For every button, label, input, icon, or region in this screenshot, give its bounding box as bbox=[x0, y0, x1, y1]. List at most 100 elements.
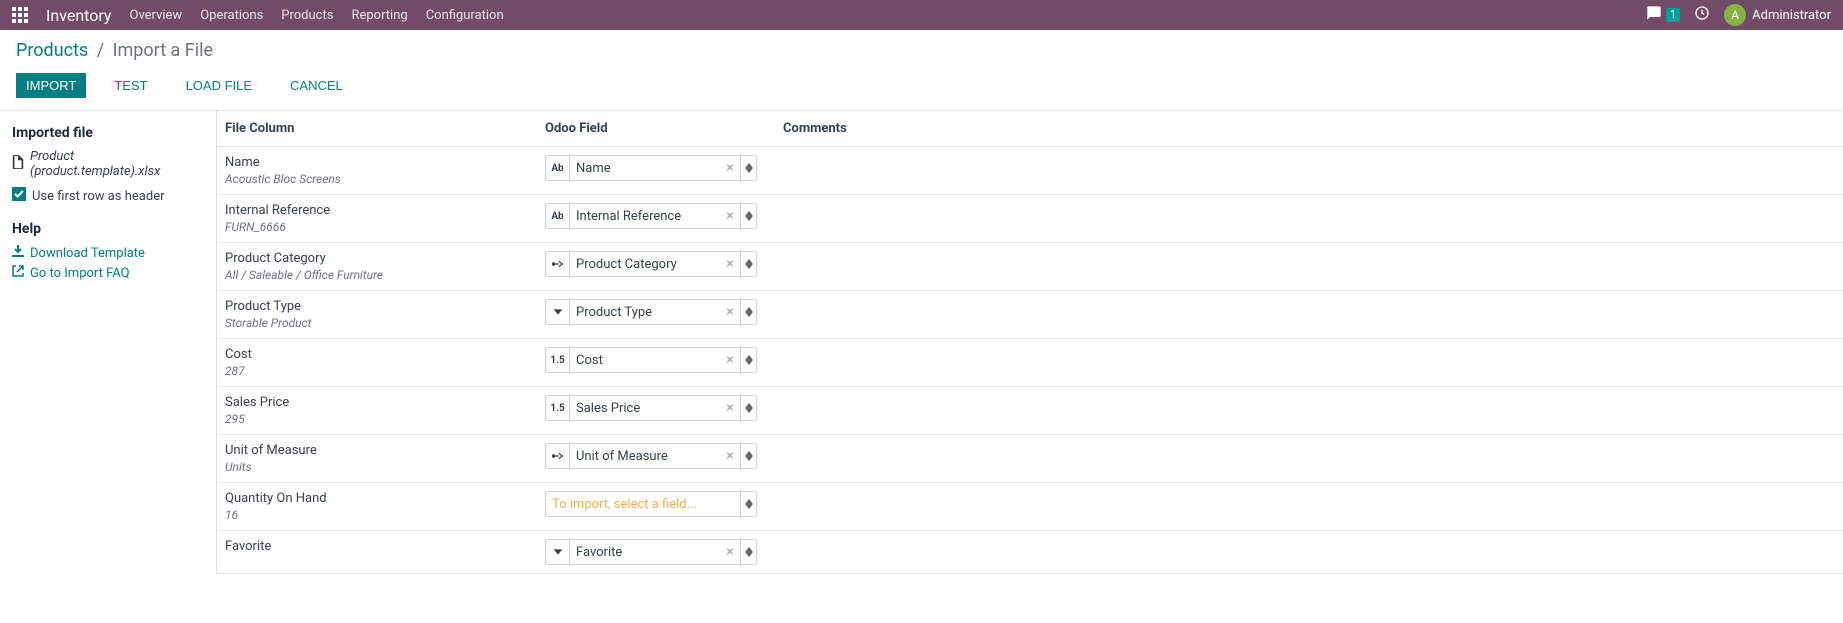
user-menu[interactable]: A Administrator bbox=[1724, 4, 1831, 26]
odoo-field-value: Cost bbox=[570, 348, 720, 372]
odoo-field-select[interactable]: Unit of Measure × bbox=[545, 443, 757, 469]
app-name[interactable]: Inventory bbox=[46, 6, 112, 25]
breadcrumb-separator: / bbox=[97, 40, 104, 61]
clear-field-icon[interactable]: × bbox=[720, 444, 740, 468]
external-link-icon bbox=[12, 265, 24, 281]
odoo-field-select[interactable]: To import, select a field... × bbox=[545, 491, 757, 517]
use-header-label: Use first row as header bbox=[32, 189, 165, 204]
chat-icon bbox=[1646, 5, 1662, 25]
field-type-icon: Ab bbox=[546, 204, 570, 228]
help-header: Help bbox=[12, 221, 204, 237]
field-type-icon: 1.5 bbox=[546, 348, 570, 372]
header-odoo-field: Odoo Field bbox=[545, 121, 783, 136]
file-column-label: Sales Price bbox=[225, 395, 545, 410]
field-spinner[interactable] bbox=[740, 252, 756, 276]
file-column-sample: 16 bbox=[225, 508, 545, 522]
clear-field-icon[interactable]: × bbox=[720, 204, 740, 228]
chevron-down-icon bbox=[745, 168, 753, 173]
field-type-icon: Ab bbox=[546, 156, 570, 180]
mapping-row: Quantity On Hand 16 To import, select a … bbox=[217, 483, 1843, 531]
odoo-field-select[interactable]: Product Type × bbox=[545, 299, 757, 325]
file-column-sample: 287 bbox=[225, 364, 545, 378]
nav-configuration[interactable]: Configuration bbox=[426, 8, 504, 23]
clear-field-icon[interactable]: × bbox=[720, 156, 740, 180]
field-type-icon bbox=[546, 540, 570, 564]
load-file-button[interactable]: LOAD FILE bbox=[176, 73, 262, 98]
clear-field-icon[interactable]: × bbox=[720, 540, 740, 564]
clear-field-icon[interactable]: × bbox=[720, 396, 740, 420]
avatar: A bbox=[1724, 4, 1746, 26]
file-column-label: Unit of Measure bbox=[225, 443, 545, 458]
test-button[interactable]: TEST bbox=[104, 73, 157, 98]
action-bar: IMPORT TEST LOAD FILE CANCEL bbox=[0, 69, 1843, 111]
odoo-field-select[interactable]: Ab Name × bbox=[545, 155, 757, 181]
nav-products[interactable]: Products bbox=[281, 8, 333, 23]
field-spinner[interactable] bbox=[740, 540, 756, 564]
download-icon bbox=[12, 245, 24, 261]
field-spinner[interactable] bbox=[740, 492, 756, 516]
import-button[interactable]: IMPORT bbox=[16, 73, 86, 98]
download-template-link[interactable]: Download Template bbox=[12, 245, 204, 261]
odoo-field-value: Product Type bbox=[570, 300, 720, 324]
odoo-field-value: To import, select a field... bbox=[546, 492, 740, 516]
clear-field-icon[interactable]: × bbox=[720, 252, 740, 276]
file-column-label: Cost bbox=[225, 347, 545, 362]
activities-button[interactable] bbox=[1694, 5, 1710, 25]
clear-field-icon[interactable]: × bbox=[720, 300, 740, 324]
file-icon bbox=[12, 155, 24, 173]
download-template-label: Download Template bbox=[30, 246, 145, 261]
chevron-down-icon bbox=[745, 216, 753, 221]
odoo-field-select[interactable]: 1.5 Sales Price × bbox=[545, 395, 757, 421]
top-navbar: Inventory Overview Operations Products R… bbox=[0, 0, 1843, 30]
field-spinner[interactable] bbox=[740, 204, 756, 228]
header-comments: Comments bbox=[783, 121, 1835, 136]
file-column-sample: Units bbox=[225, 460, 545, 474]
nav-overview[interactable]: Overview bbox=[130, 8, 183, 23]
main-content: Imported file Product (product.template)… bbox=[0, 111, 1843, 574]
odoo-field-value: Product Category bbox=[570, 252, 720, 276]
chevron-down-icon bbox=[745, 552, 753, 557]
column-headers: File Column Odoo Field Comments bbox=[217, 111, 1843, 147]
use-header-checkbox[interactable]: Use first row as header bbox=[12, 187, 204, 205]
messaging-button[interactable]: 1 bbox=[1646, 5, 1680, 25]
chevron-down-icon bbox=[745, 264, 753, 269]
field-type-icon bbox=[546, 444, 570, 468]
field-spinner[interactable] bbox=[740, 444, 756, 468]
apps-icon[interactable] bbox=[12, 7, 28, 23]
file-column-sample: All / Saleable / Office Furniture bbox=[225, 268, 545, 282]
breadcrumb-parent[interactable]: Products bbox=[16, 40, 88, 61]
mapping-row: Sales Price 295 1.5 Sales Price × bbox=[217, 387, 1843, 435]
clear-field-icon[interactable]: × bbox=[720, 348, 740, 372]
field-spinner[interactable] bbox=[740, 156, 756, 180]
field-spinner[interactable] bbox=[740, 348, 756, 372]
odoo-field-value: Favorite bbox=[570, 540, 720, 564]
odoo-field-select[interactable]: Ab Internal Reference × bbox=[545, 203, 757, 229]
odoo-field-select[interactable]: Favorite × bbox=[545, 539, 757, 565]
nav-operations[interactable]: Operations bbox=[200, 8, 263, 23]
file-column-label: Internal Reference bbox=[225, 203, 545, 218]
mapping-row: Product Category All / Saleable / Office… bbox=[217, 243, 1843, 291]
import-faq-label: Go to Import FAQ bbox=[30, 266, 130, 281]
odoo-field-select[interactable]: Product Category × bbox=[545, 251, 757, 277]
mapping-row: Name Acoustic Bloc Screens Ab Name × bbox=[217, 147, 1843, 195]
breadcrumb: Products / Import a File bbox=[16, 40, 1827, 61]
file-column-label: Favorite bbox=[225, 539, 545, 554]
nav-reporting[interactable]: Reporting bbox=[351, 8, 407, 23]
cancel-button[interactable]: CANCEL bbox=[280, 73, 353, 98]
field-type-icon bbox=[546, 300, 570, 324]
file-column-sample: 295 bbox=[225, 412, 545, 426]
chevron-down-icon bbox=[745, 360, 753, 365]
chevron-down-icon bbox=[745, 312, 753, 317]
mapping-row: Cost 287 1.5 Cost × bbox=[217, 339, 1843, 387]
field-type-icon bbox=[546, 252, 570, 276]
file-column-label: Quantity On Hand bbox=[225, 491, 545, 506]
clock-icon bbox=[1694, 5, 1710, 21]
field-spinner[interactable] bbox=[740, 300, 756, 324]
field-spinner[interactable] bbox=[740, 396, 756, 420]
odoo-field-select[interactable]: 1.5 Cost × bbox=[545, 347, 757, 373]
mapping-row: Internal Reference FURN_6666 Ab Internal… bbox=[217, 195, 1843, 243]
checkbox-checked-icon bbox=[12, 187, 26, 205]
mapping-row: Product Type Storable Product Product Ty… bbox=[217, 291, 1843, 339]
breadcrumb-current: Import a File bbox=[113, 40, 213, 61]
import-faq-link[interactable]: Go to Import FAQ bbox=[12, 265, 204, 281]
